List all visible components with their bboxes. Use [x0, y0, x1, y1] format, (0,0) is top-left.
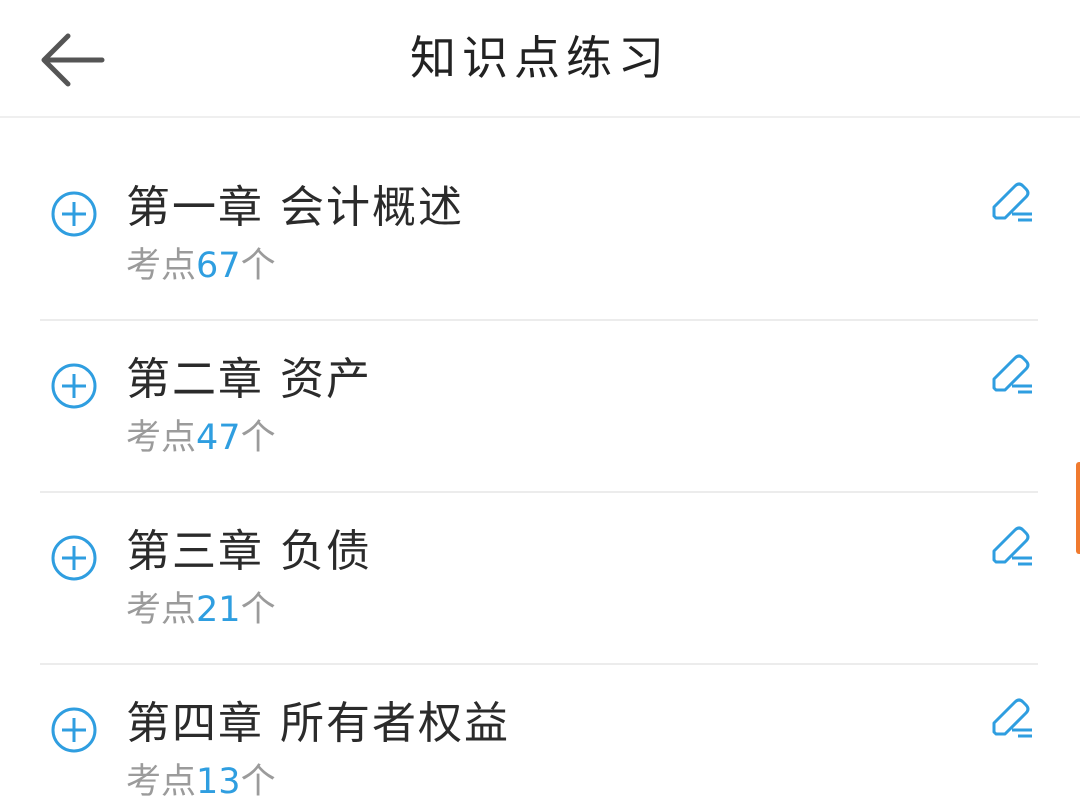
- chapter-title: 第三章 负债: [126, 526, 372, 577]
- points-summary: 考点21个: [126, 588, 276, 632]
- page-title: 知识点练习: [410, 31, 670, 85]
- plus-circle-icon[interactable]: [50, 706, 98, 754]
- row-divider: [40, 663, 1038, 665]
- points-count: 21: [196, 590, 241, 630]
- chapter-title: 第二章 资产: [126, 354, 372, 405]
- points-suffix: 个: [240, 590, 276, 630]
- points-suffix: 个: [240, 762, 276, 802]
- points-summary: 考点67个: [126, 244, 276, 288]
- points-prefix: 考点: [126, 590, 197, 630]
- chapter-title: 第四章 所有者权益: [126, 698, 510, 749]
- chapter-row-3[interactable]: 第三章 负债 考点21个: [0, 494, 1080, 666]
- plus-circle-icon[interactable]: [50, 190, 98, 238]
- points-prefix: 考点: [126, 418, 197, 458]
- points-count: 67: [196, 246, 241, 286]
- edit-pencil-icon[interactable]: [988, 350, 1036, 394]
- chapter-title: 第一章 会计概述: [126, 182, 464, 233]
- points-suffix: 个: [240, 246, 276, 286]
- chapter-row-4[interactable]: 第四章 所有者权益 考点13个: [0, 666, 1080, 808]
- points-prefix: 考点: [126, 762, 197, 802]
- points-summary: 考点13个: [126, 760, 276, 804]
- top-bar: 知识点练习: [0, 0, 1080, 118]
- plus-circle-icon[interactable]: [50, 534, 98, 582]
- points-prefix: 考点: [126, 246, 197, 286]
- edit-pencil-icon[interactable]: [988, 522, 1036, 566]
- edit-pencil-icon[interactable]: [988, 694, 1036, 738]
- points-count: 47: [196, 418, 241, 458]
- floating-side-tab[interactable]: [1076, 462, 1080, 554]
- points-summary: 考点47个: [126, 416, 276, 460]
- points-suffix: 个: [240, 418, 276, 458]
- chapter-row-2[interactable]: 第二章 资产 考点47个: [0, 322, 1080, 494]
- chapter-row-1[interactable]: 第一章 会计概述 考点67个: [0, 150, 1080, 322]
- row-divider: [40, 491, 1038, 493]
- points-count: 13: [196, 762, 241, 802]
- plus-circle-icon[interactable]: [50, 362, 98, 410]
- row-divider: [40, 319, 1038, 321]
- edit-pencil-icon[interactable]: [988, 178, 1036, 222]
